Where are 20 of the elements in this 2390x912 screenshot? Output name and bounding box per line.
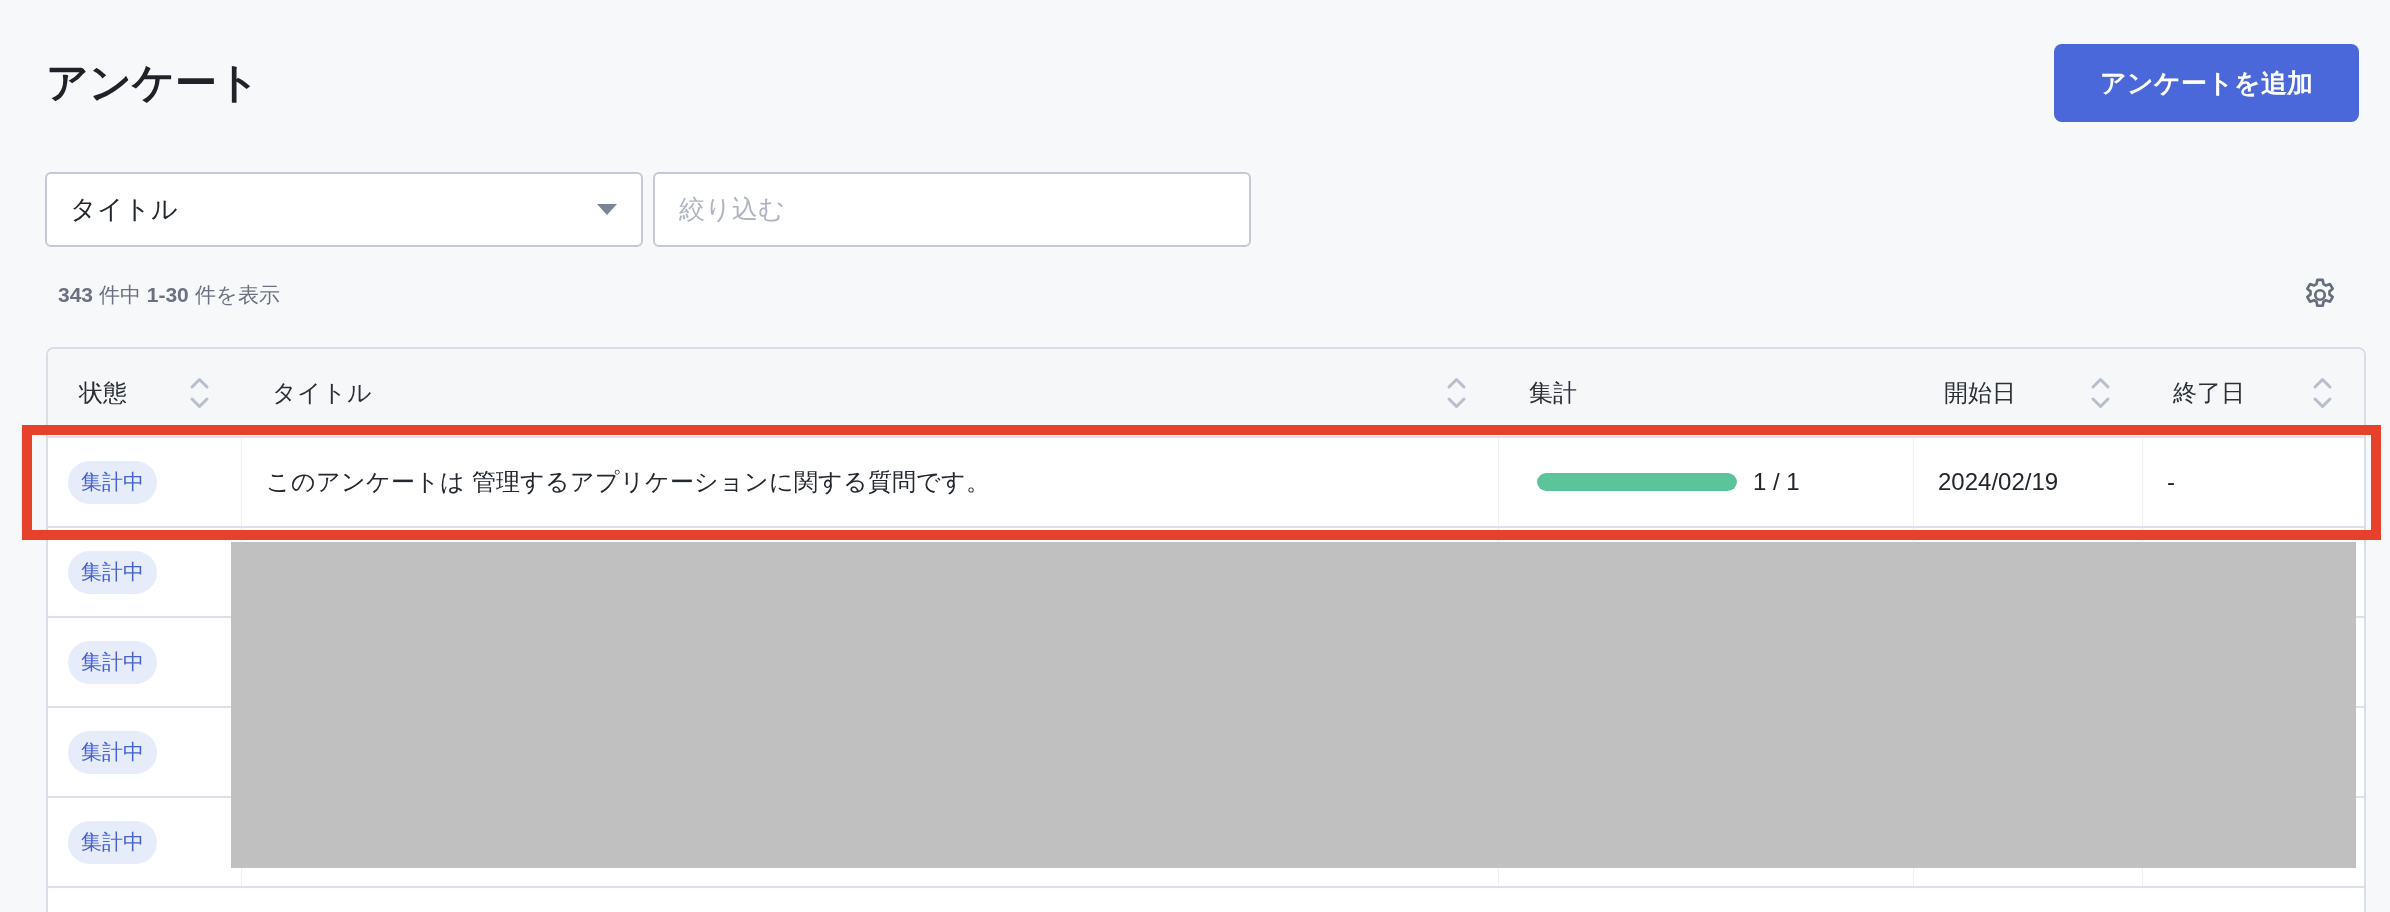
column-header[interactable]: 状態 [79,376,127,409]
status-badge: 集計中 [68,460,157,504]
column-header[interactable]: 開始日 [1944,376,2016,409]
status-badge: 集計中 [68,820,157,864]
page-title: アンケート [46,58,260,108]
end-date: - [2167,468,2175,496]
filter-input[interactable]: 絞り込む [653,172,1251,247]
result-count: 343 件中 1-30 件を表示 [57,282,280,308]
response-count: 1 / 1 [1753,468,1800,496]
caret-icon [597,204,617,215]
status-badge: 集計中 [68,550,157,594]
add-survey-button[interactable]: アンケートを追加 [2054,44,2359,122]
start-date: 2024/02/19 [1938,468,2059,496]
column-header[interactable]: 集計 [1529,376,1577,409]
status-badge: 集計中 [68,640,157,684]
field-select[interactable]: タイトル [45,172,643,247]
status-badge: 集計中 [68,730,157,774]
column-header[interactable]: 終了日 [2173,376,2245,409]
column-header[interactable]: タイトル [272,376,372,409]
survey-title[interactable]: このアンケートは 管理するアプリケーションに関する質問です。 [266,466,990,498]
